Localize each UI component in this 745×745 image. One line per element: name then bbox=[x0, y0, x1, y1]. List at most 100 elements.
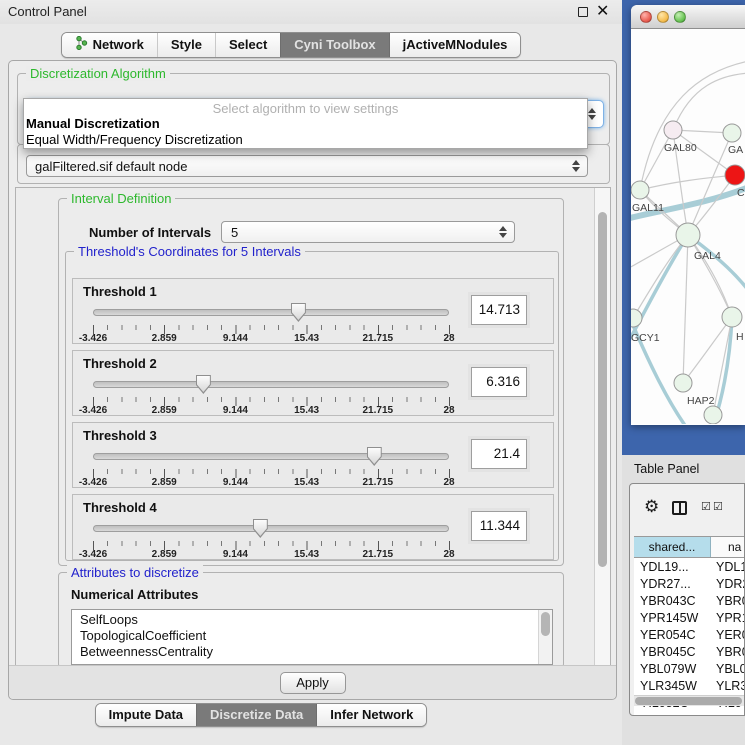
gear-icon[interactable]: ⚙ bbox=[644, 498, 659, 515]
network-node-HAP2[interactable] bbox=[674, 374, 692, 392]
table-header: shared... na bbox=[634, 536, 744, 558]
cell-shared-name[interactable]: YBL079W bbox=[634, 662, 711, 676]
cell-name[interactable]: YER0 bbox=[711, 628, 744, 642]
tab-infer-network[interactable]: Infer Network bbox=[316, 704, 426, 726]
top-tabstrip: Network Style Select Cyni Toolbox jActiv… bbox=[0, 32, 622, 58]
cell-shared-name[interactable]: YLR345W bbox=[634, 679, 711, 693]
list-scrollbar[interactable] bbox=[538, 610, 552, 664]
table-row[interactable]: YBR045CYBR0 bbox=[634, 643, 744, 660]
tab-network[interactable]: Network bbox=[62, 33, 157, 57]
tab-label: Select bbox=[229, 37, 267, 52]
network-node-GAL80[interactable] bbox=[664, 121, 682, 139]
table-row[interactable]: YPR145WYPR1 bbox=[634, 609, 744, 626]
tab-style[interactable]: Style bbox=[157, 33, 215, 57]
footer-bar: Apply bbox=[9, 665, 616, 699]
threshold-slider[interactable]: -3.4262.8599.14415.4321.71528 bbox=[93, 519, 449, 559]
threshold-value-field[interactable]: 21.4 bbox=[471, 439, 527, 469]
desktop-background: GAL80GACGAL11GAL4GCY1HHAP2 bbox=[622, 0, 745, 455]
cell-shared-name[interactable]: YPR145W bbox=[634, 611, 711, 625]
network-node-GAL11[interactable] bbox=[631, 181, 649, 199]
cell-name[interactable]: YBR0 bbox=[711, 645, 744, 659]
bottom-tabstrip: Impute Data Discretize Data Infer Networ… bbox=[0, 703, 622, 727]
threshold-slider[interactable]: -3.4262.8599.14415.4321.71528 bbox=[93, 303, 449, 343]
table-row[interactable]: YBL079WYBL0 bbox=[634, 660, 744, 677]
float-window-icon[interactable] bbox=[578, 7, 588, 17]
cell-name[interactable]: YBL0 bbox=[711, 662, 744, 676]
slider-thumb-icon[interactable] bbox=[196, 375, 211, 394]
tab-select[interactable]: Select bbox=[215, 33, 280, 57]
checkbox-icon[interactable]: ☑ bbox=[713, 502, 723, 513]
slider-track[interactable] bbox=[93, 309, 449, 316]
close-icon[interactable]: ✕ bbox=[596, 1, 609, 21]
cell-shared-name[interactable]: YER054C bbox=[634, 628, 711, 642]
tick-label: 21.715 bbox=[363, 333, 394, 344]
tab-discretize-data[interactable]: Discretize Data bbox=[196, 704, 316, 726]
slider-track[interactable] bbox=[93, 453, 449, 460]
cell-name[interactable]: YDL1 bbox=[711, 560, 744, 574]
attribute-list-item[interactable]: TopologicalCoefficient bbox=[80, 628, 552, 644]
zoom-traffic-light-icon[interactable] bbox=[674, 11, 686, 23]
threshold-value-field[interactable]: 14.713 bbox=[471, 295, 527, 325]
cell-name[interactable]: YDR2 bbox=[711, 577, 744, 591]
table-hscrollbar[interactable] bbox=[634, 695, 744, 706]
tick-label: 9.144 bbox=[223, 549, 248, 560]
apply-button[interactable]: Apply bbox=[280, 672, 346, 694]
popup-item-equal-width-frequency[interactable]: Equal Width/Frequency Discretization bbox=[26, 132, 243, 147]
close-traffic-light-icon[interactable] bbox=[640, 11, 652, 23]
popup-item-manual-discretization[interactable]: Manual Discretization bbox=[26, 116, 160, 131]
tab-impute-data[interactable]: Impute Data bbox=[96, 704, 196, 726]
columns-icon[interactable] bbox=[672, 501, 687, 515]
slider-thumb-icon[interactable] bbox=[291, 303, 306, 322]
cyni-panel: Discretization Algorithm Select algorith… bbox=[8, 60, 617, 700]
network-node-GAL4[interactable] bbox=[676, 223, 700, 247]
cell-shared-name[interactable]: YBR045C bbox=[634, 645, 711, 659]
network-edge bbox=[688, 235, 732, 317]
network-node-node-h[interactable] bbox=[722, 307, 742, 327]
threshold-value-field[interactable]: 6.316 bbox=[471, 367, 527, 397]
table-row[interactable]: YDL19...YDL1 bbox=[634, 558, 744, 575]
slider-thumb-icon[interactable] bbox=[367, 447, 382, 466]
threshold-slider[interactable]: -3.4262.8599.14415.4321.71528 bbox=[93, 447, 449, 487]
cell-name[interactable]: YPR1 bbox=[711, 611, 744, 625]
minimize-traffic-light-icon[interactable] bbox=[657, 11, 669, 23]
threshold-value-field[interactable]: 11.344 bbox=[471, 511, 527, 541]
scrollbar-thumb[interactable] bbox=[598, 212, 607, 567]
tab-label: Style bbox=[171, 37, 202, 52]
threshold-slider[interactable]: -3.4262.8599.14415.4321.71528 bbox=[93, 375, 449, 415]
control-panel: Control Panel ✕ Network Style Select bbox=[0, 0, 622, 745]
cell-shared-name[interactable]: YBR043C bbox=[634, 594, 711, 608]
table-data-combobox[interactable]: galFiltered.sif default node bbox=[26, 155, 588, 177]
tab-jactivemnodules[interactable]: jActiveMNodules bbox=[389, 33, 521, 57]
column-header-name[interactable]: na bbox=[711, 537, 744, 557]
checkbox-icon[interactable]: ☑ bbox=[701, 502, 711, 513]
column-header-shared-name[interactable]: shared... bbox=[634, 537, 711, 557]
network-node-red-node[interactable] bbox=[725, 165, 745, 185]
attribute-list-item[interactable]: BetweennessCentrality bbox=[80, 644, 552, 660]
tick-label: 15.43 bbox=[294, 477, 319, 488]
node-label: C bbox=[737, 187, 745, 199]
scrollbar-thumb[interactable] bbox=[635, 697, 742, 705]
table-row[interactable]: YER054CYER0 bbox=[634, 626, 744, 643]
cell-shared-name[interactable]: YDR27... bbox=[634, 577, 711, 591]
settings-scrollbar[interactable] bbox=[594, 188, 610, 666]
slider-track[interactable] bbox=[93, 381, 449, 388]
network-node-GCY1[interactable] bbox=[631, 309, 642, 327]
slider-track[interactable] bbox=[93, 525, 449, 532]
slider-thumb-icon[interactable] bbox=[253, 519, 268, 538]
network-canvas[interactable]: GAL80GACGAL11GAL4GCY1HHAP2 bbox=[631, 29, 745, 424]
cell-name[interactable]: YLR3 bbox=[711, 679, 744, 693]
table-row[interactable]: YLR345WYLR3 bbox=[634, 677, 744, 694]
table-row[interactable]: YBR043CYBR0 bbox=[634, 592, 744, 609]
cell-shared-name[interactable]: YDL19... bbox=[634, 560, 711, 574]
tick-label: 2.859 bbox=[152, 333, 177, 344]
table-row[interactable]: YDR27...YDR2 bbox=[634, 575, 744, 592]
network-node-bottom-node[interactable] bbox=[704, 406, 722, 424]
tab-cyni-toolbox[interactable]: Cyni Toolbox bbox=[280, 33, 388, 57]
tick-label: 15.43 bbox=[294, 405, 319, 416]
attribute-list-item[interactable]: SelfLoops bbox=[80, 612, 552, 628]
number-of-intervals-spinner[interactable]: 5 bbox=[221, 221, 515, 243]
network-edge bbox=[640, 175, 735, 190]
cell-name[interactable]: YBR0 bbox=[711, 594, 744, 608]
combo-arrows-icon bbox=[588, 101, 596, 127]
network-node-node-ga[interactable] bbox=[723, 124, 741, 142]
